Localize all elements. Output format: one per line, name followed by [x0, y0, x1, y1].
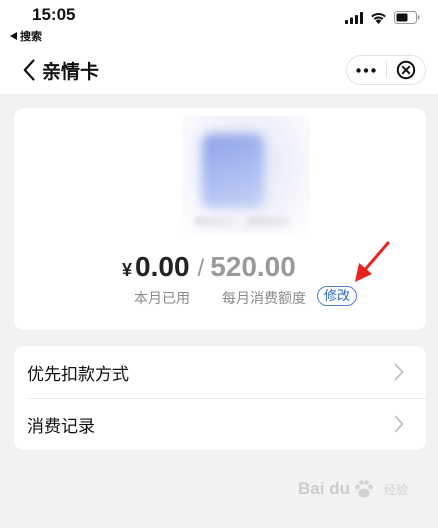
list-item-payment-priority[interactable]: 优先扣款方式: [14, 346, 426, 398]
chevron-left-icon: [23, 59, 35, 81]
currency-symbol: ¥: [122, 260, 133, 280]
baidu-watermark: Bai du 经验: [298, 478, 408, 500]
watermark-sub-text: 经验: [383, 482, 408, 497]
back-to-app-link[interactable]: 搜索: [10, 28, 42, 44]
miniprogram-capsule: [346, 55, 426, 85]
back-app-label: 搜索: [20, 31, 42, 43]
list-item-label: 优先扣款方式: [27, 364, 129, 384]
modify-limit-button[interactable]: 修改: [317, 286, 358, 306]
used-label: 本月已用: [134, 290, 190, 306]
battery-icon: [394, 11, 420, 24]
limit-label: 每月消费额度: [222, 290, 306, 306]
status-time: 15:05: [32, 5, 76, 24]
close-button[interactable]: [387, 56, 426, 84]
amount-row: ¥ 0.00 / 520.00: [122, 251, 296, 283]
status-bar: 15:05 搜索: [0, 0, 438, 46]
paw-icon: [355, 480, 373, 498]
annotation-arrow-icon: [355, 241, 390, 282]
card-avatar-image: [182, 116, 310, 234]
back-triangle-icon: [10, 32, 17, 40]
amount-separator: /: [197, 255, 205, 282]
signal-icon: [345, 11, 363, 24]
card-image-caption-blur: [194, 216, 290, 226]
chevron-right-icon: [394, 363, 404, 381]
nav-back-button[interactable]: [18, 57, 40, 83]
wifi-icon: [371, 12, 386, 24]
watermark-logo-text: Bai du: [298, 479, 350, 498]
settings-list: 优先扣款方式 消费记录: [14, 346, 426, 450]
used-amount: 0.00: [135, 251, 190, 282]
page-title: 亲情卡: [42, 62, 100, 83]
list-item-spending-records[interactable]: 消费记录: [14, 398, 426, 450]
more-button[interactable]: [347, 56, 386, 84]
family-card-summary: ¥ 0.00 / 520.00 本月已用 每月消费额度 修改: [14, 108, 426, 330]
monthly-limit-amount: 520.00: [210, 251, 296, 282]
list-item-label: 消费记录: [27, 416, 95, 436]
status-icons: [345, 11, 420, 24]
chevron-right-icon: [394, 415, 404, 433]
nav-bar: 亲情卡: [0, 46, 438, 94]
card-image-shape: [202, 134, 264, 208]
app-screen: 15:05 搜索 亲情卡 ¥ 0.00 / 520.00 本月已用 每月消费额度…: [0, 0, 438, 528]
close-circle-icon: [396, 60, 415, 80]
more-dots-icon: [356, 67, 376, 73]
